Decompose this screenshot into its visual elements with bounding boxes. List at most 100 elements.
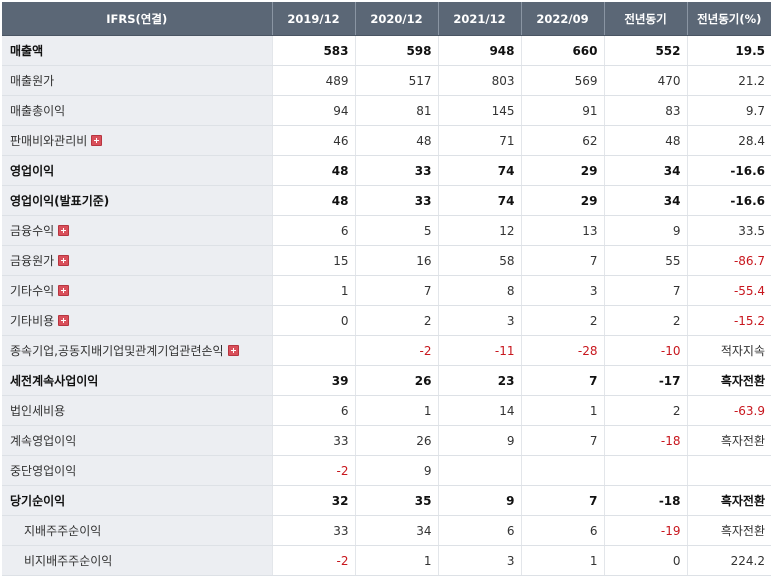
expand-plus-icon[interactable] <box>58 285 70 296</box>
value-cell: -2 <box>271 545 355 576</box>
value-cell: 83 <box>603 95 687 126</box>
value-cell <box>686 455 771 486</box>
value-cell: 48 <box>354 125 438 156</box>
value-cell: 33.5 <box>686 215 771 246</box>
value-cell: 5 <box>354 215 438 246</box>
table-row: 지배주주순이익 33 34 6 6 -19 흑자전환 <box>2 515 771 546</box>
value-cell: 33 <box>271 515 355 546</box>
value-cell: 33 <box>354 155 438 186</box>
value-cell: -16.6 <box>686 185 771 216</box>
expand-plus-icon[interactable] <box>58 255 70 266</box>
value-cell: 26 <box>354 365 438 396</box>
row-label-text: 당기순이익 <box>10 494 66 508</box>
table-row: 당기순이익 32 35 9 7 -18 흑자전환 <box>2 485 771 516</box>
value-cell: 7 <box>520 485 604 516</box>
value-cell: 9 <box>437 425 521 456</box>
row-label: 당기순이익 <box>2 485 272 516</box>
row-label: 판매비와관리비 <box>2 125 272 156</box>
row-label: 계속영업이익 <box>2 425 272 456</box>
row-label-text: 세전계속사업이익 <box>10 374 99 388</box>
row-label-text: 금융수익 <box>10 224 55 238</box>
value-cell: 552 <box>603 35 687 66</box>
table-row: 법인세비용 6 1 14 1 2 -63.9 <box>2 395 771 426</box>
value-cell: 948 <box>437 35 521 66</box>
header-2021-12[interactable]: 2021/12 <box>437 2 521 36</box>
value-cell: 16 <box>354 245 438 276</box>
row-label-text: 금융원가 <box>10 254 55 268</box>
row-label-text: 영업이익(발표기준) <box>10 194 110 208</box>
value-cell: 6 <box>520 515 604 546</box>
value-cell: 62 <box>520 125 604 156</box>
expand-plus-icon[interactable] <box>91 135 103 146</box>
value-cell: -18 <box>603 425 687 456</box>
value-cell: 74 <box>437 155 521 186</box>
value-cell: 흑자전환 <box>686 485 771 516</box>
header-prev-period-pct[interactable]: 전년동기(%) <box>686 2 771 36</box>
table-row: 계속영업이익 33 26 9 7 -18 흑자전환 <box>2 425 771 456</box>
row-label: 지배주주순이익 <box>2 515 272 546</box>
value-cell: -86.7 <box>686 245 771 276</box>
row-label: 종속기업,공동지배기업및관계기업관련손익 <box>2 335 272 366</box>
row-label-text: 기타수익 <box>10 284 55 298</box>
table-row: 기타비용 0 2 3 2 2 -15.2 <box>2 305 771 336</box>
row-label: 영업이익(발표기준) <box>2 185 272 216</box>
value-cell: -55.4 <box>686 275 771 306</box>
header-ifrs: IFRS(연결) <box>2 2 272 36</box>
row-label: 영업이익 <box>2 155 272 186</box>
value-cell: 803 <box>437 65 521 96</box>
value-cell: 48 <box>603 125 687 156</box>
header-2020-12[interactable]: 2020/12 <box>354 2 438 36</box>
expand-plus-icon[interactable] <box>58 315 70 326</box>
header-prev-period[interactable]: 전년동기 <box>603 2 687 36</box>
value-cell: 6 <box>271 215 355 246</box>
value-cell: 55 <box>603 245 687 276</box>
table-row: 판매비와관리비 46 48 71 62 48 28.4 <box>2 125 771 156</box>
header-2022-09[interactable]: 2022/09 <box>520 2 604 36</box>
value-cell: 35 <box>354 485 438 516</box>
row-label-text: 매출원가 <box>10 74 55 88</box>
value-cell: 33 <box>354 185 438 216</box>
value-cell: 흑자전환 <box>686 515 771 546</box>
value-cell: 2 <box>603 395 687 426</box>
value-cell: 2 <box>354 305 438 336</box>
value-cell: 34 <box>603 185 687 216</box>
row-label-text: 지배주주순이익 <box>24 524 102 538</box>
value-cell: 74 <box>437 185 521 216</box>
value-cell: 3 <box>437 545 521 576</box>
value-cell: 94 <box>271 95 355 126</box>
value-cell: 23 <box>437 365 521 396</box>
value-cell: 0 <box>271 305 355 336</box>
expand-plus-icon[interactable] <box>58 225 70 236</box>
value-cell: -28 <box>520 335 604 366</box>
value-cell: 1 <box>520 395 604 426</box>
expand-plus-icon[interactable] <box>227 345 239 356</box>
table-row: 중단영업이익 -2 9 <box>2 455 771 486</box>
value-cell: -16.6 <box>686 155 771 186</box>
value-cell: 470 <box>603 65 687 96</box>
value-cell: 569 <box>520 65 604 96</box>
value-cell: 6 <box>271 395 355 426</box>
row-label: 매출액 <box>2 35 272 66</box>
row-label-text: 기타비용 <box>10 314 55 328</box>
value-cell: 34 <box>603 155 687 186</box>
table-row: 세전계속사업이익 39 26 23 7 -17 흑자전환 <box>2 365 771 396</box>
value-cell: 8 <box>437 275 521 306</box>
value-cell: 48 <box>271 185 355 216</box>
value-cell: 48 <box>271 155 355 186</box>
row-label-text: 중단영업이익 <box>10 464 77 478</box>
value-cell: 7 <box>520 425 604 456</box>
value-cell: 34 <box>354 515 438 546</box>
value-cell: -17 <box>603 365 687 396</box>
value-cell: 583 <box>271 35 355 66</box>
value-cell: 흑자전환 <box>686 365 771 396</box>
value-cell: 81 <box>354 95 438 126</box>
header-2019-12[interactable]: 2019/12 <box>271 2 355 36</box>
value-cell: 7 <box>354 275 438 306</box>
row-label: 금융수익 <box>2 215 272 246</box>
value-cell: 7 <box>520 245 604 276</box>
value-cell: 6 <box>437 515 521 546</box>
value-cell: 7 <box>603 275 687 306</box>
row-label: 중단영업이익 <box>2 455 272 486</box>
value-cell: 9 <box>603 215 687 246</box>
value-cell: 489 <box>271 65 355 96</box>
